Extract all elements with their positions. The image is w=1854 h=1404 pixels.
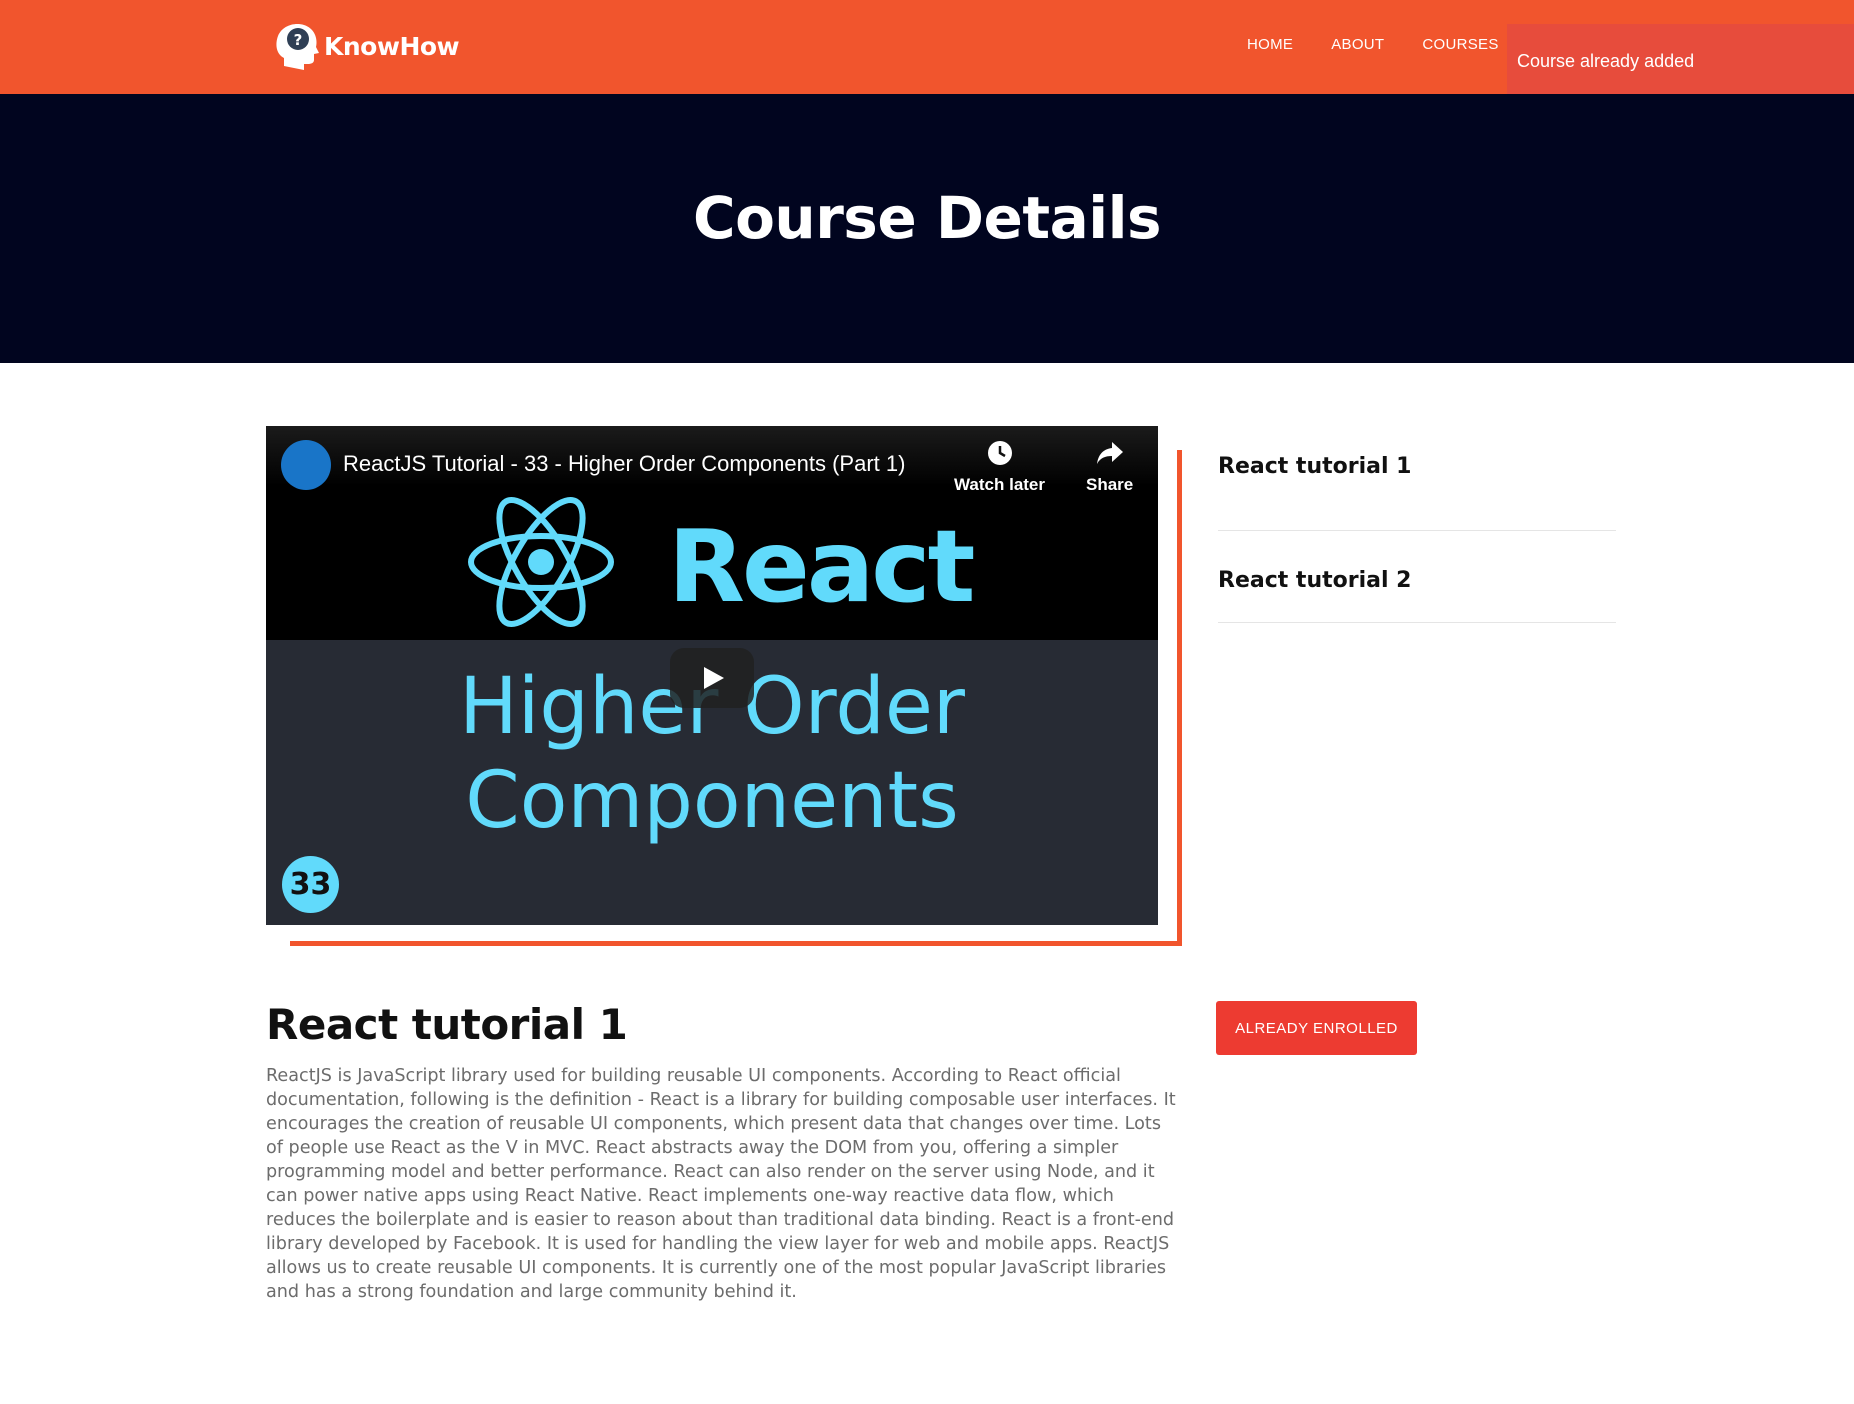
toast-notification[interactable]: Course already added [1507, 24, 1854, 102]
brand-name: KnowHow [324, 31, 460, 61]
lesson-item-2[interactable]: React tutorial 2 [1218, 531, 1616, 623]
brand-logo[interactable]: ? KnowHow [272, 20, 460, 72]
nav-home[interactable]: HOME [1247, 36, 1293, 53]
head-question-icon: ? [272, 20, 322, 72]
lesson-list: React tutorial 1 React tutorial 2 [1218, 440, 1616, 623]
nav-courses-label: COURSES [1422, 36, 1499, 53]
hero-banner: Course Details [0, 94, 1854, 363]
course-title: React tutorial 1 [266, 1000, 628, 1049]
share-icon [1086, 440, 1133, 471]
play-icon [704, 667, 724, 689]
thumbnail-line-2: Components [465, 756, 959, 846]
episode-badge: 33 [282, 856, 339, 913]
video-player[interactable]: ReactJS Tutorial - 33 - Higher Order Com… [266, 426, 1158, 925]
play-button[interactable] [670, 648, 754, 708]
page-title: Course Details [693, 184, 1162, 252]
course-description: ReactJS is JavaScript library used for b… [266, 1066, 1176, 1302]
channel-avatar[interactable] [281, 440, 331, 490]
nav-about[interactable]: ABOUT [1331, 36, 1384, 53]
thumbnail-react-word: React [668, 508, 975, 625]
lesson-item-1[interactable]: React tutorial 1 [1218, 440, 1616, 531]
react-logo-icon [466, 494, 616, 635]
svg-text:?: ? [294, 31, 303, 49]
share-button[interactable]: Share [1086, 440, 1133, 495]
share-label: Share [1086, 475, 1134, 494]
nav-courses[interactable]: COURSES ⌄ [1422, 36, 1519, 53]
video-title[interactable]: ReactJS Tutorial - 33 - Higher Order Com… [343, 451, 905, 477]
toast-message: Course already added [1517, 51, 1695, 71]
already-enrolled-button[interactable]: ALREADY ENROLLED [1216, 1001, 1417, 1055]
watch-later-button[interactable]: Watch later [954, 440, 1045, 495]
clock-icon [954, 440, 1045, 471]
watch-later-label: Watch later [954, 475, 1046, 494]
